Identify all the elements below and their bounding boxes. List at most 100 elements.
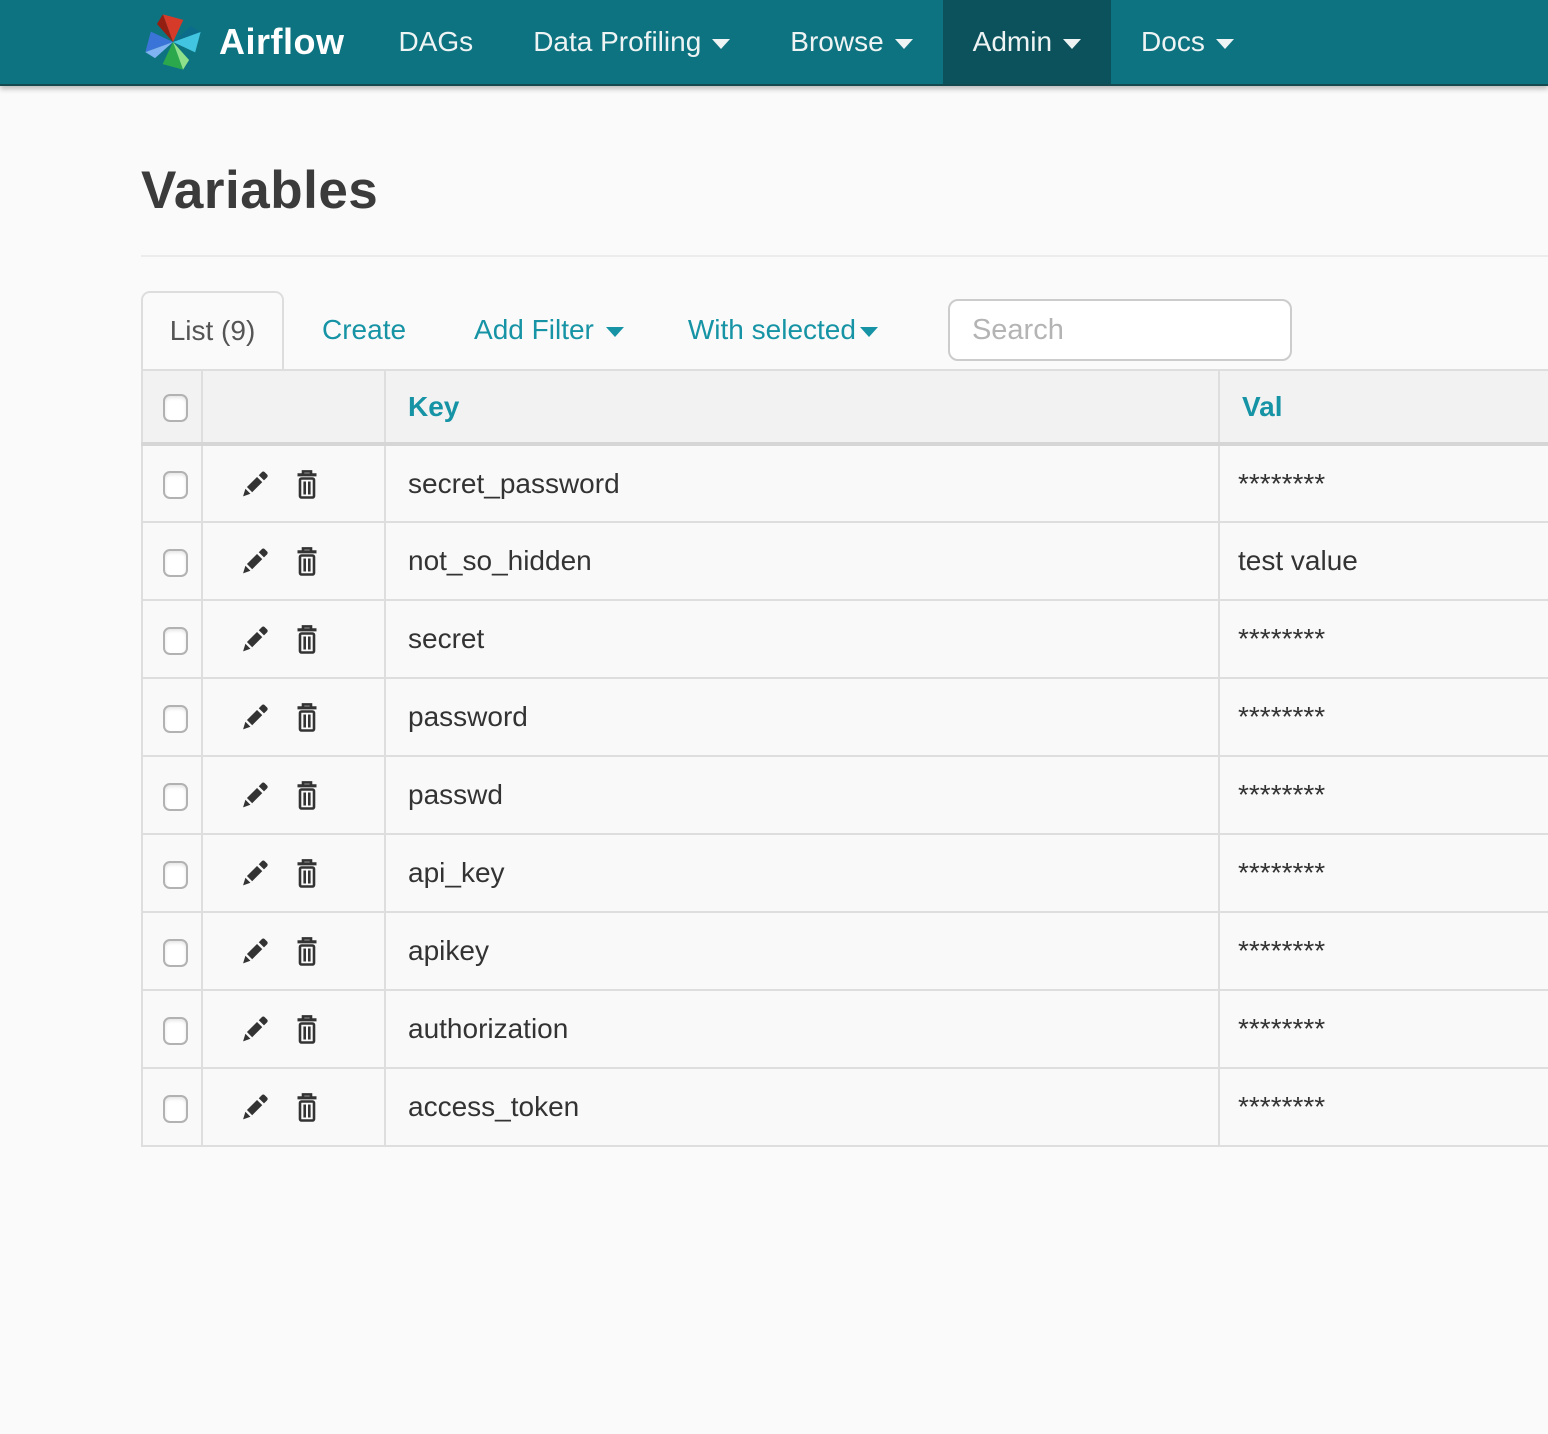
row-select-cell (142, 522, 202, 600)
row-select-cell (142, 756, 202, 834)
row-checkbox[interactable] (163, 705, 188, 733)
table-row: api_key ******** (142, 834, 1548, 912)
variable-val-cell: ******** (1219, 1068, 1548, 1146)
pencil-icon (239, 1092, 270, 1123)
delete-variable-button[interactable] (291, 701, 323, 734)
column-header-key[interactable]: Key (385, 370, 1219, 444)
delete-variable-button[interactable] (291, 779, 323, 812)
row-actions-cell (202, 444, 385, 522)
delete-variable-button[interactable] (291, 857, 323, 890)
edit-variable-button[interactable] (239, 1014, 270, 1045)
table-row: authorization ******** (142, 990, 1548, 1068)
table-row: secret ******** (142, 600, 1548, 678)
variable-val-cell: ******** (1219, 678, 1548, 756)
nav-item-browse[interactable]: Browse (760, 0, 942, 84)
airflow-pinwheel-logo-icon (141, 5, 205, 79)
nav-item-label: Docs (1141, 26, 1205, 58)
edit-variable-button[interactable] (239, 624, 270, 655)
row-checkbox[interactable] (163, 627, 188, 655)
pencil-icon (239, 469, 270, 500)
table-row: secret_password ******** (142, 444, 1548, 522)
variable-val-cell: ******** (1219, 990, 1548, 1068)
variable-key-cell: password (385, 678, 1219, 756)
row-checkbox[interactable] (163, 939, 188, 967)
search-input[interactable] (948, 299, 1292, 361)
variable-key-cell: secret_password (385, 444, 1219, 522)
row-checkbox[interactable] (163, 1095, 188, 1123)
nav-item-label: Data Profiling (533, 26, 701, 58)
nav-item-admin[interactable]: Admin (943, 0, 1111, 84)
variables-table: Key Val (141, 369, 1548, 1147)
delete-variable-button[interactable] (291, 545, 323, 578)
row-select-cell (142, 600, 202, 678)
airflow-brand[interactable]: Airflow (141, 0, 345, 84)
tab-list-label: List (9) (170, 315, 256, 347)
edit-variable-button[interactable] (239, 702, 270, 733)
add-filter-label: Add Filter (474, 314, 594, 346)
pencil-icon (239, 858, 270, 889)
tab-list[interactable]: List (9) (141, 291, 284, 369)
pencil-icon (239, 624, 270, 655)
table-row: password ******** (142, 678, 1548, 756)
navbar: Airflow DAGs Data Profiling Browse Admin… (0, 0, 1548, 86)
row-checkbox[interactable] (163, 471, 188, 499)
edit-variable-button[interactable] (239, 1092, 270, 1123)
add-filter-dropdown[interactable]: Add Filter (474, 291, 624, 369)
nav-item-label: DAGs (399, 26, 474, 58)
edit-variable-button[interactable] (239, 780, 270, 811)
row-checkbox[interactable] (163, 783, 188, 811)
edit-variable-button[interactable] (239, 546, 270, 577)
trash-icon (291, 701, 323, 734)
toolbar: List (9) Create Add Filter With selected (141, 291, 1548, 369)
variable-key-cell: api_key (385, 834, 1219, 912)
variable-val-cell: test value (1219, 522, 1548, 600)
brand-name: Airflow (219, 21, 345, 63)
create-link[interactable]: Create (322, 291, 406, 369)
delete-variable-button[interactable] (291, 623, 323, 656)
row-actions-cell (202, 834, 385, 912)
caret-down-icon (860, 327, 878, 337)
edit-variable-button[interactable] (239, 936, 270, 967)
nav-item-docs[interactable]: Docs (1111, 0, 1264, 84)
select-all-checkbox[interactable] (163, 394, 188, 422)
main-nav: DAGs Data Profiling Browse Admin Docs (369, 0, 1264, 84)
title-divider (141, 255, 1548, 257)
page-title: Variables (141, 160, 1548, 221)
variable-key-cell: authorization (385, 990, 1219, 1068)
column-header-val[interactable]: Val (1219, 370, 1548, 444)
edit-variable-button[interactable] (239, 469, 270, 500)
pencil-icon (239, 546, 270, 577)
nav-item-label: Admin (973, 26, 1052, 58)
variable-val-cell: ******** (1219, 834, 1548, 912)
variable-key-cell: access_token (385, 1068, 1219, 1146)
row-actions-cell (202, 756, 385, 834)
delete-variable-button[interactable] (291, 935, 323, 968)
delete-variable-button[interactable] (291, 468, 323, 501)
variable-key-cell: passwd (385, 756, 1219, 834)
caret-down-icon (1063, 39, 1081, 49)
variable-val-cell: ******** (1219, 756, 1548, 834)
nav-item-dags[interactable]: DAGs (369, 0, 504, 84)
pencil-icon (239, 702, 270, 733)
variable-val-cell: ******** (1219, 912, 1548, 990)
variable-val-cell: ******** (1219, 600, 1548, 678)
row-checkbox[interactable] (163, 1017, 188, 1045)
row-actions-cell (202, 1068, 385, 1146)
main-content: Variables List (9) Create Add Filter Wit… (0, 160, 1548, 1147)
delete-variable-button[interactable] (291, 1013, 323, 1046)
delete-variable-button[interactable] (291, 1091, 323, 1124)
caret-down-icon (712, 39, 730, 49)
row-checkbox[interactable] (163, 861, 188, 889)
row-checkbox[interactable] (163, 549, 188, 577)
table-body: secret_password ******** (142, 444, 1548, 1146)
row-actions-cell (202, 912, 385, 990)
table-header-row: Key Val (142, 370, 1548, 444)
row-select-cell (142, 678, 202, 756)
row-actions-cell (202, 600, 385, 678)
table-row: apikey ******** (142, 912, 1548, 990)
with-selected-dropdown[interactable]: With selected (688, 291, 878, 369)
edit-variable-button[interactable] (239, 858, 270, 889)
row-actions-cell (202, 678, 385, 756)
variable-key-cell: secret (385, 600, 1219, 678)
nav-item-data-profiling[interactable]: Data Profiling (503, 0, 760, 84)
